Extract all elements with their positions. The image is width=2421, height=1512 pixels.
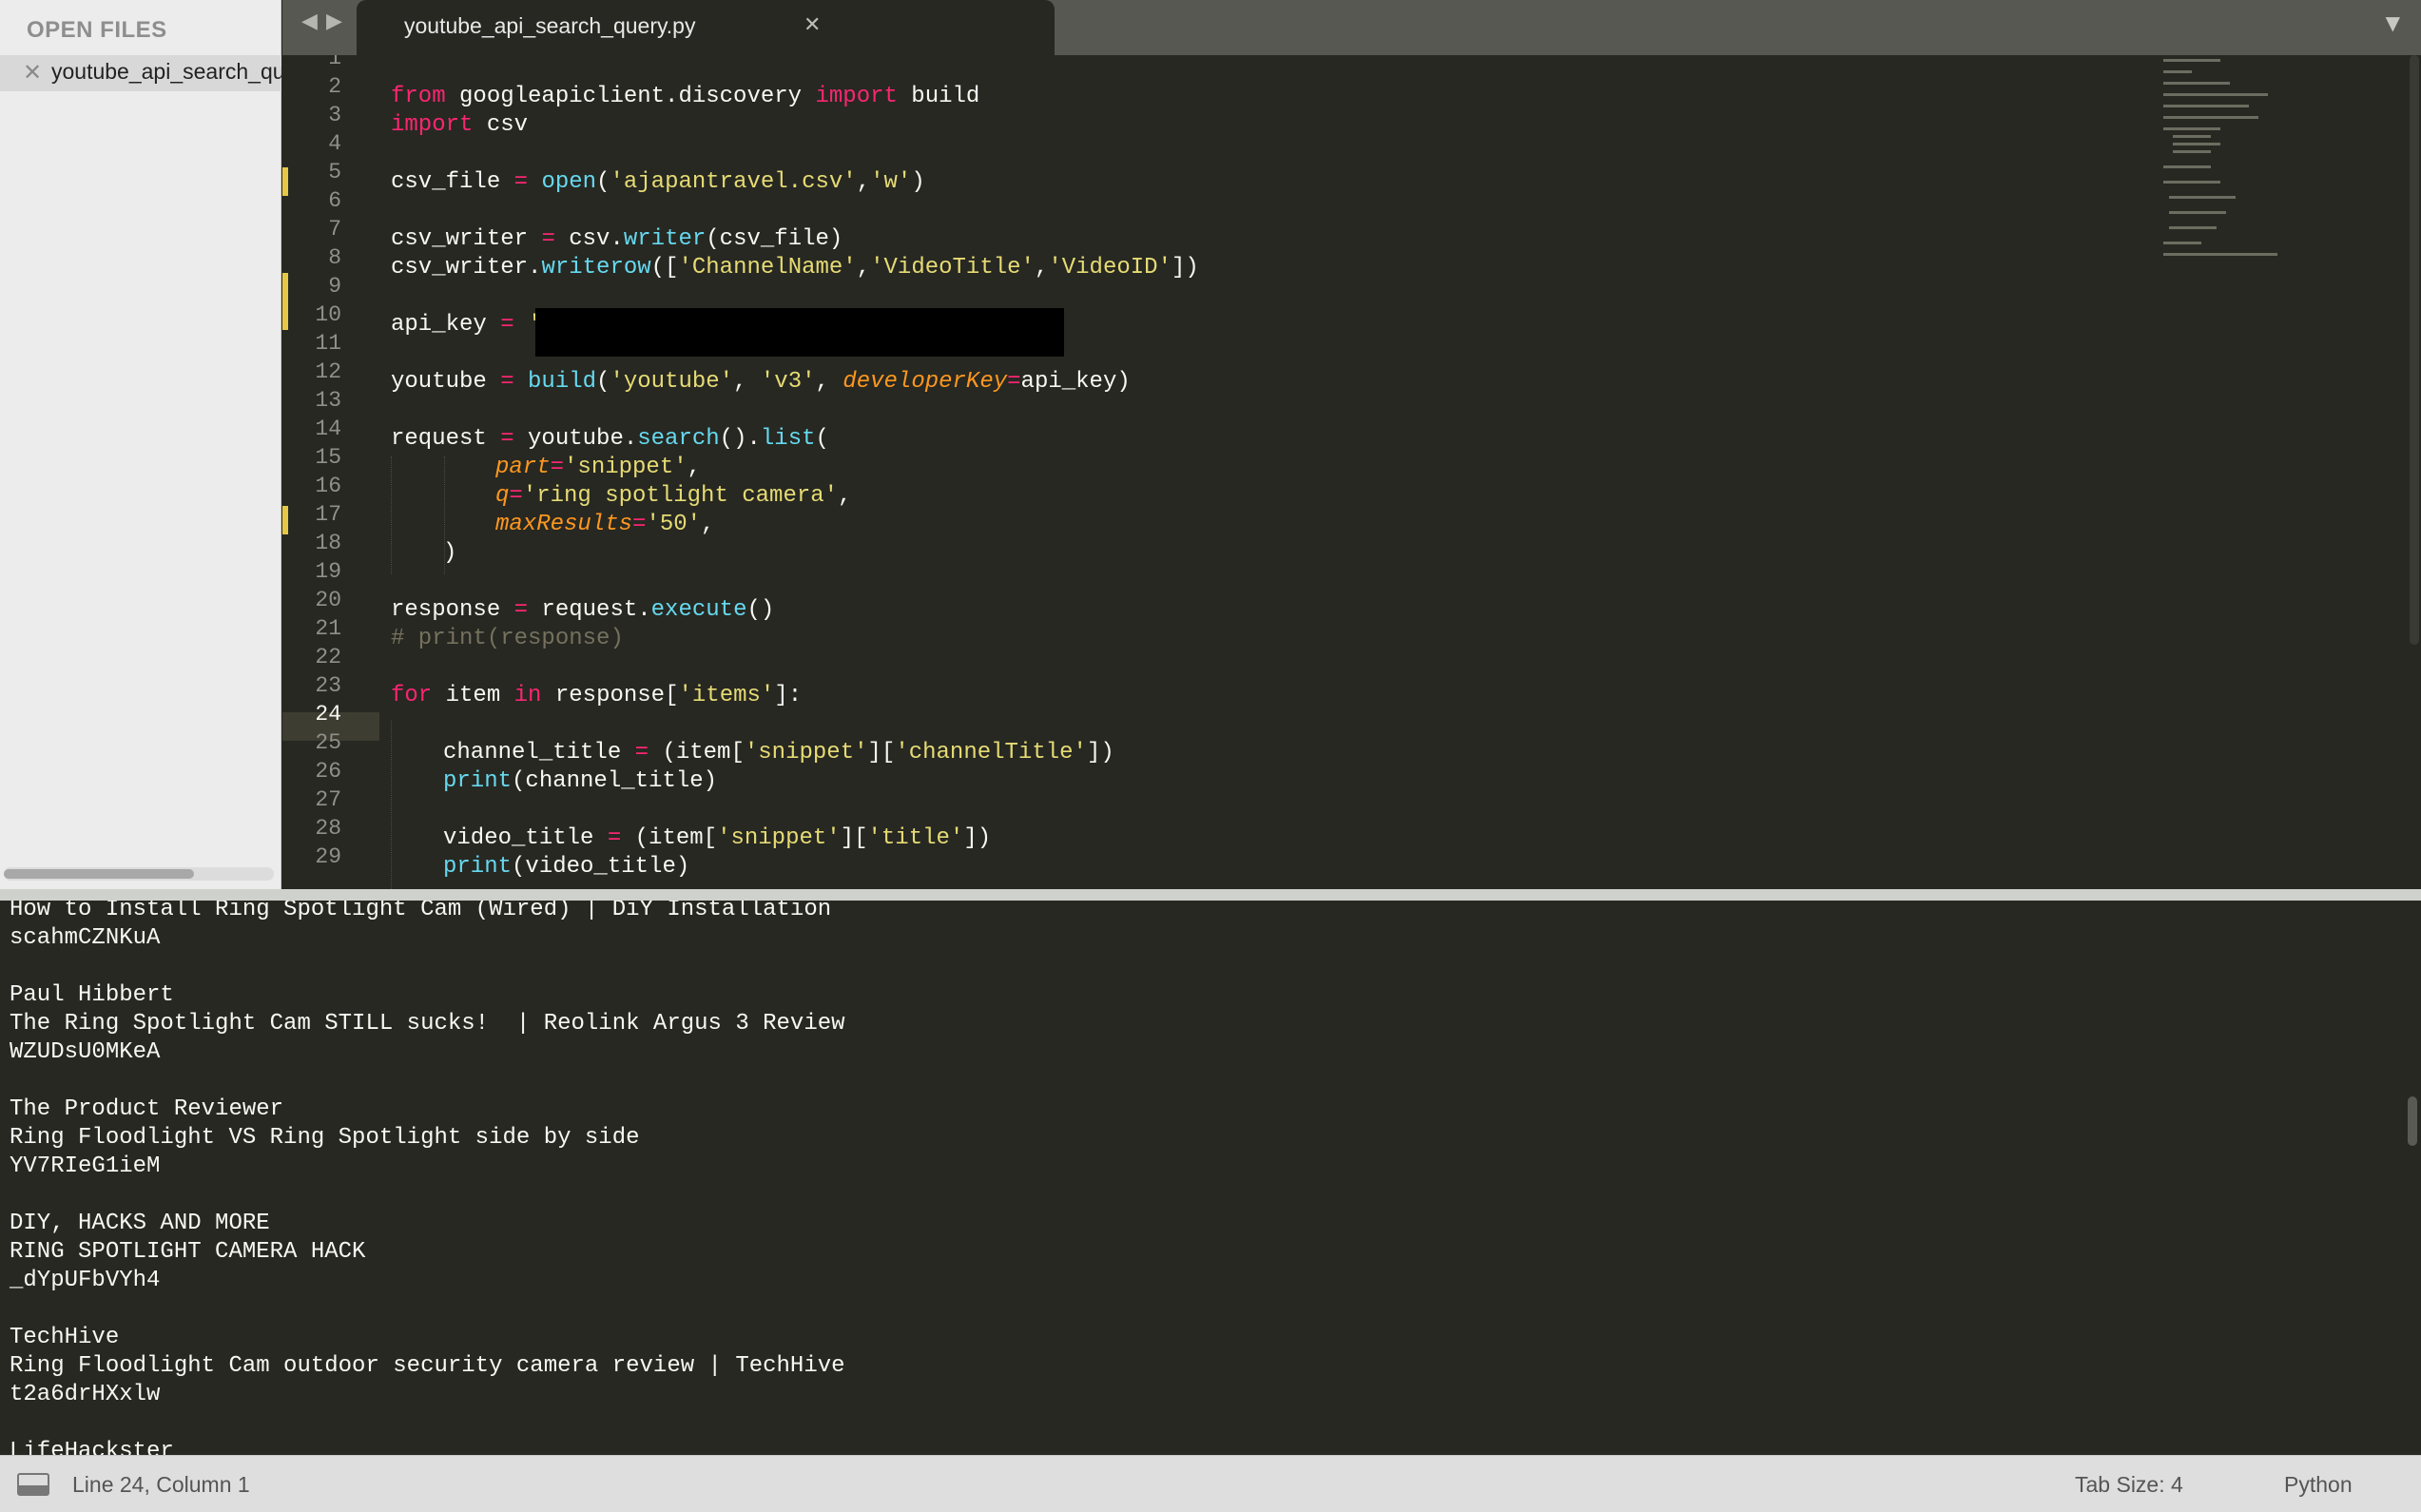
line-number: 16 [315,474,341,498]
line-number: 5 [328,160,341,184]
line-number: 15 [315,445,341,470]
line-number: 3 [328,103,341,127]
open-files-header: OPEN FILES [27,17,167,43]
line-number: 23 [315,673,341,698]
output-line: Ring Floodlight Cam outdoor security cam… [10,1353,845,1379]
panel-toggle-icon[interactable] [17,1473,49,1496]
tab-bar: ◀ ▶ youtube_api_search_query.py ✕ ▼ [282,0,2421,55]
sidebar-scroll-thumb[interactable] [4,869,194,879]
output-line: How to Install Ring Spotlight Cam (Wired… [10,901,832,922]
line-number: 21 [315,616,341,641]
tab-size-selector[interactable]: Tab Size: 4 [2075,1472,2183,1498]
minimap[interactable] [2160,55,2388,274]
line-number: 14 [315,417,341,441]
line-number: 26 [315,759,341,784]
output-line: The Product Reviewer [10,1096,284,1122]
line-number: 19 [315,559,341,584]
open-file-item[interactable]: ✕ youtube_api_search_query.py [0,55,281,91]
line-number: 22 [315,645,341,669]
tab-close-icon[interactable]: ✕ [804,13,821,37]
code-line-18: ) [443,540,457,566]
output-line: LifeHackster [10,1439,174,1455]
code-line-15: part='snippet', [495,455,702,480]
line-number: 27 [315,787,341,812]
code-line-3: import csv [391,112,529,138]
line-number: 12 [315,359,341,384]
line-number: 28 [315,816,341,841]
line-number: 9 [328,274,341,299]
output-line: TechHive [10,1325,120,1350]
indent-guide [391,721,392,889]
tab-title[interactable]: youtube_api_search_query.py [404,13,695,39]
code-line-14: request = youtube.search().list( [391,426,829,452]
redacted-api-key [535,308,1064,357]
syntax-selector[interactable]: Python [2284,1472,2353,1498]
output-line: t2a6drHXxlw [10,1382,161,1407]
code-line-21: # print(response) [391,626,624,651]
code-line-8: csv_writer.writerow(['ChannelName','Vide… [391,255,1199,281]
output-line: WZUDsU0MKeA [10,1039,161,1065]
output-scrollbar[interactable] [2408,1096,2417,1146]
line-number: 24 [315,702,341,727]
line-number: 20 [315,588,341,612]
line-number: 17 [315,502,341,527]
line-number: 7 [328,217,341,242]
line-number: 11 [315,331,341,356]
line-number: 10 [315,302,341,327]
tab-active-file[interactable]: youtube_api_search_query.py ✕ [357,0,1055,55]
code-line-25: channel_title = (item['snippet']['channe… [443,740,1114,766]
code-line-16: q='ring spotlight camera', [495,483,852,509]
output-line: scahmCZNKuA [10,925,161,951]
indent-guide [391,456,392,574]
nav-forward-icon[interactable]: ▶ [326,10,342,33]
sidebar-horizontal-scrollbar[interactable] [4,867,274,881]
code-line-7: csv_writer = csv.writer(csv_file) [391,226,843,252]
line-number: 4 [328,131,341,156]
output-line: Ring Floodlight VS Ring Spotlight side b… [10,1125,640,1151]
close-file-icon[interactable]: ✕ [23,59,42,86]
status-bar: Line 24, Column 1 Tab Size: 4 Python [0,1455,2421,1512]
tab-menu-chevron-down-icon[interactable]: ▼ [2386,11,2400,34]
code-line-12: youtube = build('youtube', 'v3', develop… [391,369,1131,395]
line-number: 1 [328,55,341,70]
output-line: YV7RIeG1ieM [10,1153,161,1179]
code-editor[interactable]: 1 2 3 4 5 6 7 8 9 10 11 12 13 14 15 16 17 18 19 20 21 22 23 24 2… [282,55,2421,889]
code-line-5: csv_file = open('ajapantravel.csv','w') [391,169,925,195]
sidebar: OPEN FILES ✕ youtube_api_search_query.py [0,0,281,889]
code-line-20: response = request.execute() [391,597,775,623]
code-line-29: print(video_title) [443,854,690,880]
cursor-position: Line 24, Column 1 [72,1472,250,1497]
output-line: The Ring Spotlight Cam STILL sucks! | Re… [10,1011,845,1037]
output-panel[interactable]: How to Install Ring Spotlight Cam (Wired… [0,901,2421,1455]
output-line: DIY, HACKS AND MORE [10,1211,270,1236]
line-number: 25 [315,730,341,755]
line-number: 6 [328,188,341,213]
nav-back-icon[interactable]: ◀ [301,10,318,33]
line-number: 18 [315,531,341,555]
code-line-23: for item in response['items']: [391,683,803,708]
editor-vertical-scrollbar[interactable] [2410,55,2419,645]
output-line: RING SPOTLIGHT CAMERA HACK [10,1239,366,1265]
output-line: _dYpUFbVYh4 [10,1268,161,1293]
open-file-name[interactable]: youtube_api_search_query.py [51,59,281,85]
code-line-10: api_key = ' [391,312,541,338]
line-number: 8 [328,245,341,270]
code-line-26: print(channel_title) [443,768,718,794]
line-number: 2 [328,74,341,99]
code-line-2: from googleapiclient.discovery import bu… [391,84,980,109]
line-number: 29 [315,844,341,869]
output-line: Paul Hibbert [10,982,174,1008]
panel-splitter[interactable] [0,889,2421,901]
line-number: 13 [315,388,341,413]
code-line-28: video_title = (item['snippet']['title']) [443,825,992,851]
code-line-17: maxResults='50', [495,512,715,537]
